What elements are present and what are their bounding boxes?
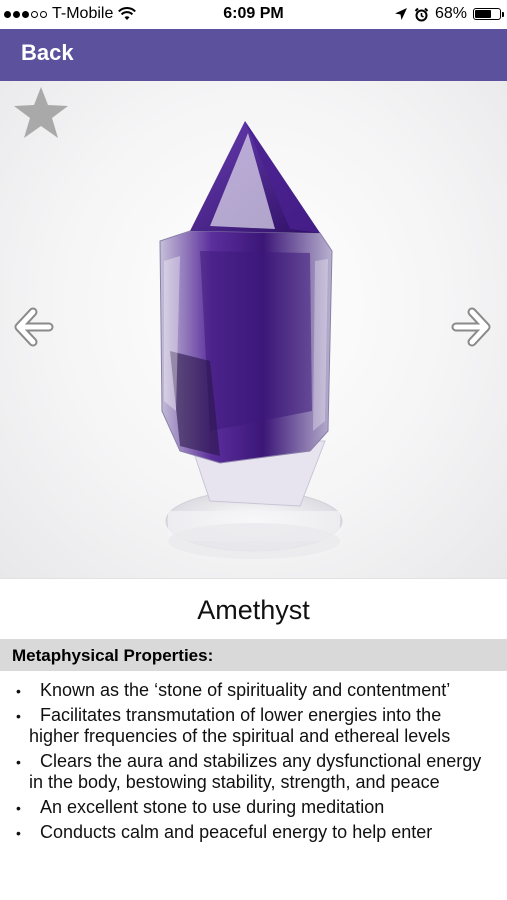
back-button[interactable]: Back [21,40,74,66]
bullet-icon: • [16,754,21,770]
bullet-icon: • [16,825,21,841]
status-right: 68% [394,5,504,23]
property-text: Facilitates transmutation of lower energ… [29,705,451,746]
battery-icon [473,8,504,20]
star-icon[interactable] [12,85,70,141]
stone-image-gallery [0,81,507,578]
section-header: Metaphysical Properties: [0,639,507,671]
alarm-clock-icon [414,7,429,21]
property-item: • Known as the ‘stone of spirituality and… [0,680,507,701]
battery-level [475,10,491,18]
properties-list: • Known as the ‘stone of spirituality and… [0,680,507,847]
stone-name: Amethyst [0,578,507,639]
property-item: • Conducts calm and peaceful energy to he… [0,822,507,843]
property-text: Conducts calm and peaceful energy to hel… [40,822,433,842]
property-item: • Clears the aura and stabilizes any dysf… [0,751,507,793]
arrow-left-icon[interactable] [13,306,55,348]
amethyst-crystal-image [159,121,343,559]
property-text: An excellent stone to use during meditat… [40,797,385,817]
property-text: Known as the ‘stone of spirituality and … [40,680,451,700]
status-bar: T-Mobile 6:09 PM 68% [0,0,507,29]
property-item: • An excellent stone to use during medita… [0,797,507,818]
bullet-icon: • [16,800,21,816]
property-item: • Facilitates transmutation of lower ener… [0,705,507,747]
bullet-icon: • [16,683,21,699]
location-arrow-icon [394,8,407,20]
bullet-icon: • [16,708,21,724]
arrow-right-icon[interactable] [450,306,492,348]
battery-percent: 68% [434,5,467,22]
property-text: Clears the aura and stabilizes any dysfu… [29,751,482,792]
navigation-bar: Back [0,29,507,81]
